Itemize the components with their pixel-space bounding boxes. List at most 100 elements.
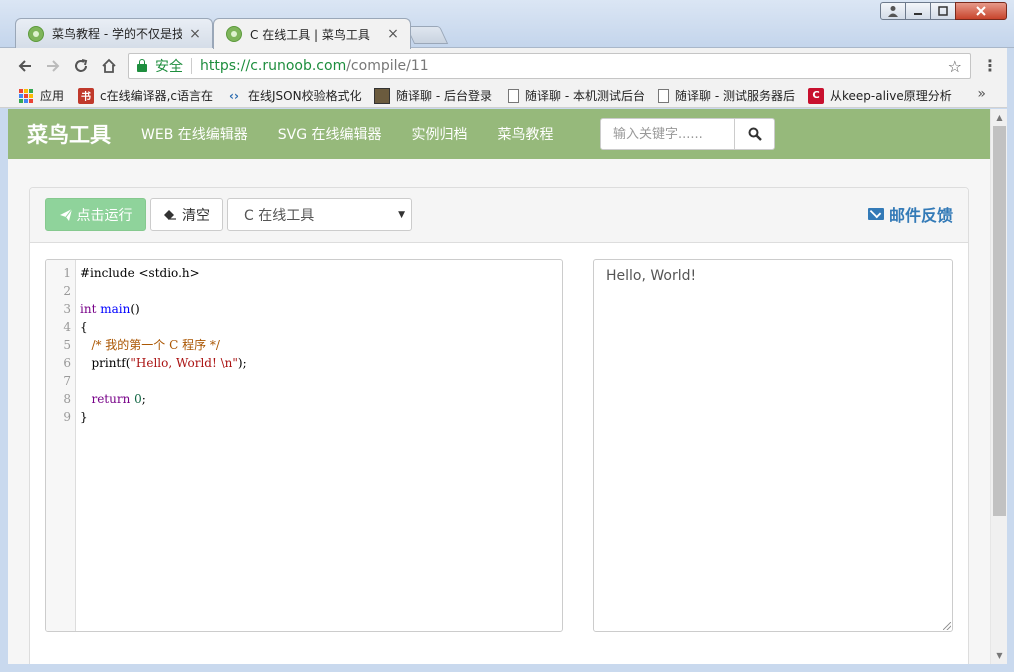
tab-close-icon[interactable]: × [188, 26, 202, 42]
clear-button-label: 清空 [182, 207, 210, 224]
tab-label: C 在线工具 | 菜鸟工具 [250, 27, 370, 42]
bookmark-test-server[interactable]: 随译聊 - 测试服务器后 [654, 85, 804, 107]
page-icon [658, 88, 669, 103]
window-frame-right [1007, 48, 1014, 672]
scroll-up-arrow-icon[interactable]: ▲ [991, 109, 1008, 126]
run-button[interactable]: 点击运行 [45, 198, 146, 231]
line-number: 2 [63, 284, 71, 298]
window-frame-bottom [0, 664, 1014, 672]
bookmark-label: 随译聊 - 测试服务器后 [675, 89, 795, 103]
runoob-favicon-icon [226, 26, 242, 42]
browser-tab-runoob-tutorial[interactable]: 菜鸟教程 - 学的不仅是技 × [15, 18, 213, 48]
image-icon [374, 87, 390, 104]
search-input[interactable] [600, 118, 735, 150]
back-arrow-icon[interactable] [12, 53, 38, 79]
chevron-down-icon: ▼ [398, 210, 405, 220]
line-number: 8 [63, 392, 71, 406]
scrollbar-thumb[interactable] [993, 126, 1006, 516]
close-window-button[interactable] [955, 2, 1007, 20]
address-bar[interactable]: 安全 https:// c.runoob.com /compile/11 ☆ [128, 53, 971, 79]
url-scheme: https:// [200, 58, 251, 74]
nav-web-editor[interactable]: WEB 在线编辑器 [141, 124, 248, 144]
runoob-favicon-icon [28, 25, 44, 42]
code-line: 1 #include <stdio.h> [46, 264, 562, 282]
envelope-icon [867, 208, 884, 220]
tab-label: 菜鸟教程 - 学的不仅是技 [52, 27, 182, 41]
line-number: 4 [63, 320, 71, 334]
apps-grid-icon [18, 88, 34, 104]
bookmark-label: 应用 [40, 89, 65, 103]
code-line: 8 return 0; [46, 390, 562, 408]
line-number: 6 [63, 356, 71, 370]
output-textarea[interactable]: Hello, World! [593, 259, 953, 632]
bookmarks-bar: 应用 书 c在线编译器,c语言在 ‹› 在线JSON校验格式化 随译聊 - 后台… [0, 84, 1014, 108]
clear-button[interactable]: 清空 [150, 198, 223, 231]
bookmark-local-test[interactable]: 随译聊 - 本机测试后台 [504, 85, 654, 107]
bookmark-label: 在线JSON校验格式化 [248, 89, 362, 103]
line-number: 3 [63, 302, 71, 316]
page-icon [508, 88, 519, 103]
bookmark-c-compiler[interactable]: 书 c在线编译器,c语言在 [74, 85, 222, 107]
code-line: 4{ [46, 318, 562, 336]
code-line: 3 int main() [46, 300, 562, 318]
line-number: 5 [63, 338, 71, 352]
resize-handle-icon[interactable] [943, 622, 951, 630]
browser-toolbar: 安全 https:// c.runoob.com /compile/11 ☆ ⋮ [0, 48, 1014, 84]
forward-arrow-icon[interactable] [40, 53, 66, 79]
compiler-toolbar: 点击运行 清空 C 在线工具 ▼ 邮件反馈 [30, 188, 968, 243]
bookmarks-overflow-icon[interactable]: » [977, 86, 986, 102]
bookmark-apps[interactable]: 应用 [14, 85, 74, 107]
code-editor[interactable]: 1 #include <stdio.h> 2 3 int main() 4{ 5 /… [45, 259, 563, 632]
reload-icon[interactable] [68, 53, 94, 79]
address-separator [191, 58, 192, 74]
bookmark-star-icon[interactable]: ☆ [948, 57, 962, 76]
page-scrollbar[interactable]: ▲ ▼ [990, 109, 1007, 664]
minimize-button[interactable] [905, 2, 931, 20]
email-feedback-link[interactable]: 邮件反馈 [867, 202, 953, 226]
code-line: 2 [46, 282, 562, 300]
c-brand-icon: C [808, 87, 824, 104]
bookmark-label: 随译聊 - 后台登录 [396, 89, 492, 103]
nav-svg-editor[interactable]: SVG 在线编辑器 [278, 124, 382, 144]
paper-plane-icon [59, 208, 72, 221]
language-select[interactable]: C 在线工具 ▼ [227, 198, 412, 231]
scroll-down-arrow-icon[interactable]: ▼ [991, 647, 1008, 664]
feedback-label: 邮件反馈 [888, 206, 953, 225]
lock-icon [137, 59, 147, 72]
code-line: 6 printf("Hello, World! \n"); [46, 354, 562, 372]
search-button[interactable] [735, 118, 775, 150]
secure-label: 安全 [155, 59, 183, 75]
site-brand[interactable]: 菜鸟工具 [27, 119, 111, 149]
line-number: 7 [63, 374, 71, 388]
search-icon [748, 127, 762, 141]
bookmark-json-validator[interactable]: ‹› 在线JSON校验格式化 [222, 85, 370, 107]
url-host: c.runoob.com [250, 58, 347, 74]
compiler-panel: 点击运行 清空 C 在线工具 ▼ 邮件反馈 1 #include <stdio.h… [29, 187, 969, 672]
line-number: 1 [63, 266, 71, 280]
bookmark-label: 从keep-alive原理分析 [830, 89, 952, 103]
nav-examples[interactable]: 实例归档 [412, 124, 468, 144]
language-select-value: C 在线工具 [244, 207, 315, 224]
bookmark-admin-login[interactable]: 随译聊 - 后台登录 [370, 85, 504, 107]
page-viewport: 菜鸟工具 WEB 在线编辑器 SVG 在线编辑器 实例归档 菜鸟教程 点击运行 … [8, 109, 990, 672]
book-icon: 书 [78, 87, 94, 104]
browser-menu-icon[interactable]: ⋮ [980, 54, 1000, 78]
code-icon: ‹› [229, 88, 239, 103]
nav-tutorial[interactable]: 菜鸟教程 [498, 124, 554, 144]
browser-tab-c-online-tool[interactable]: C 在线工具 | 菜鸟工具 × [213, 18, 411, 49]
bookmark-label: c在线编译器,c语言在 [100, 89, 214, 103]
code-line: 7 [46, 372, 562, 390]
home-icon[interactable] [96, 53, 122, 79]
line-number: 9 [63, 410, 71, 424]
code-line: 9} [46, 408, 562, 426]
new-tab-button[interactable] [405, 26, 449, 44]
run-button-label: 点击运行 [76, 207, 133, 224]
tab-close-icon[interactable]: × [386, 26, 400, 42]
bookmark-keep-alive[interactable]: C 从keep-alive原理分析 [804, 85, 954, 107]
eraser-icon [164, 209, 176, 220]
user-profile-icon[interactable] [880, 2, 906, 20]
site-navbar: 菜鸟工具 WEB 在线编辑器 SVG 在线编辑器 实例归档 菜鸟教程 [8, 109, 990, 159]
maximize-button[interactable] [930, 2, 956, 20]
code-lines: 1 #include <stdio.h> 2 3 int main() 4{ 5 /… [46, 264, 562, 426]
url-path: /compile/11 [346, 58, 429, 74]
